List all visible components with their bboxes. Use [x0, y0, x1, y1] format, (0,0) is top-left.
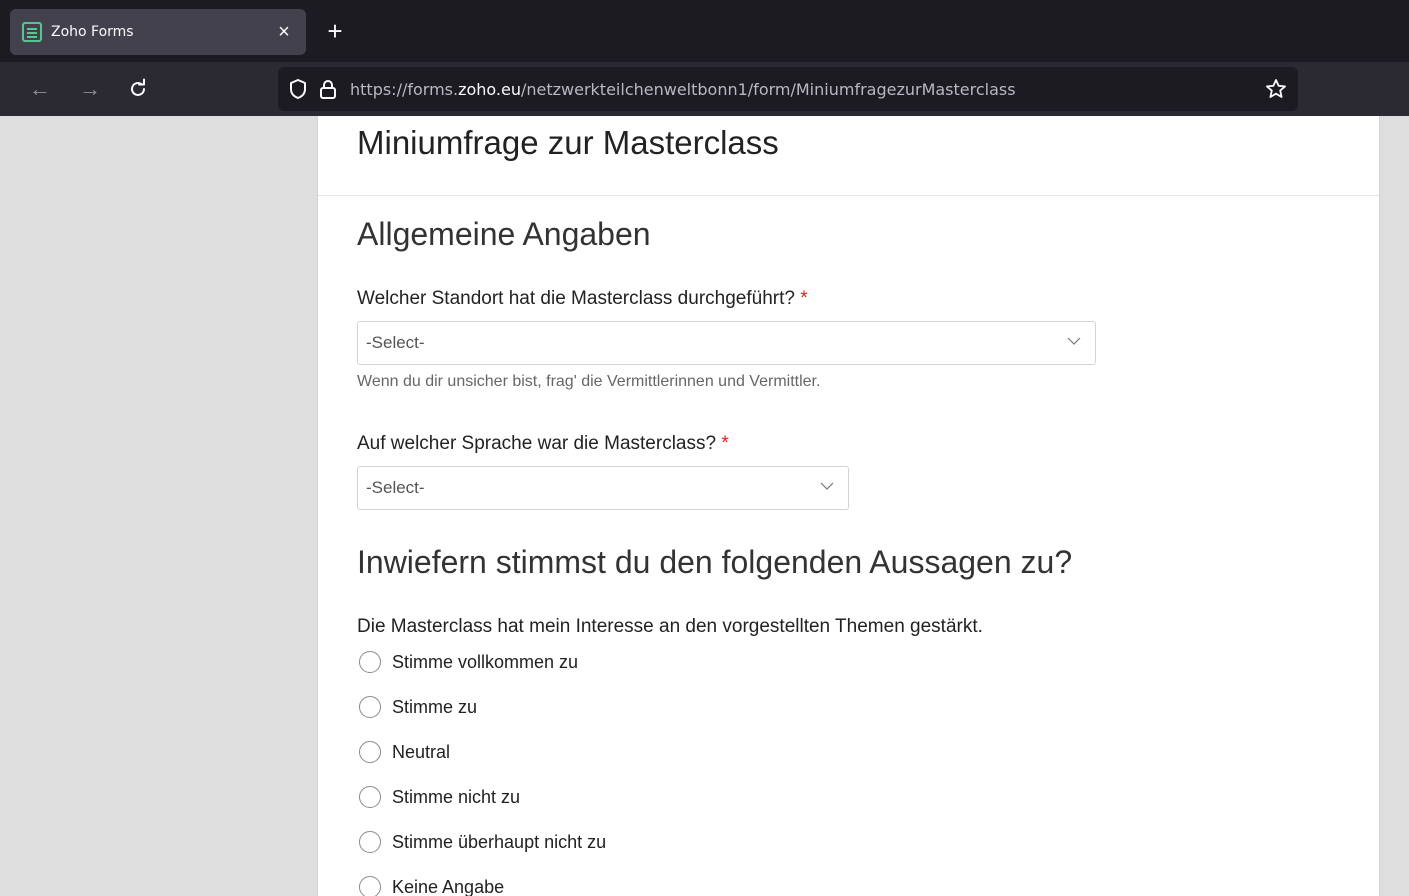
radio-label: Stimme zu [392, 696, 478, 717]
new-tab-button[interactable]: + [322, 17, 348, 45]
radio-label: Neutral [392, 741, 451, 762]
required-star: * [800, 288, 808, 309]
form-header: Miniumfrage zur Masterclass [318, 116, 1379, 196]
radio-option[interactable]: Stimme zu [359, 696, 477, 718]
section-title-statements: Inwiefern stimmst du den folgenden Aussa… [357, 544, 1073, 580]
tab-title: Zoho Forms [51, 24, 134, 40]
radio-label: Keine Angabe [392, 876, 505, 896]
radio-option[interactable]: Stimme vollkommen zu [359, 651, 578, 673]
radio-button[interactable] [359, 786, 381, 808]
zoho-forms-icon [22, 22, 42, 42]
radio-button[interactable] [359, 831, 381, 853]
radio-option[interactable]: Stimme nicht zu [359, 786, 520, 808]
section-title-general: Allgemeine Angaben [357, 216, 651, 252]
back-arrow-icon[interactable]: ← [26, 75, 54, 103]
chevron-down-icon [1067, 337, 1081, 345]
language-select-value: -Select- [366, 478, 425, 497]
form-title: Miniumfrage zur Masterclass [357, 124, 779, 161]
radio-button[interactable] [359, 741, 381, 763]
close-tab-icon[interactable]: × [274, 21, 294, 44]
question-interest-label: Die Masterclass hat mein Interesse an de… [357, 616, 983, 637]
reload-icon[interactable] [124, 75, 152, 107]
browser-tab[interactable]: Zoho Forms × [10, 9, 306, 55]
lock-icon[interactable] [318, 78, 338, 100]
radio-label: Stimme nicht zu [392, 786, 521, 807]
form-card: Miniumfrage zur Masterclass Allgemeine A… [317, 116, 1380, 896]
radio-label: Stimme vollkommen zu [392, 651, 579, 672]
location-select[interactable]: -Select- [357, 321, 1096, 365]
bookmark-star-icon[interactable] [1264, 77, 1288, 101]
radio-label: Stimme überhaupt nicht zu [392, 831, 607, 852]
location-select-value: -Select- [366, 333, 425, 352]
radio-option[interactable]: Keine Angabe [359, 876, 504, 896]
question-language-label: Auf welcher Sprache war die Masterclass?… [357, 433, 729, 454]
radio-button[interactable] [359, 651, 381, 673]
browser-tab-bar: Zoho Forms × + [0, 0, 1409, 62]
question-location-label: Welcher Standort hat die Masterclass dur… [357, 288, 808, 309]
url-text[interactable]: https://forms.zoho.eu/netzwerkteilchenwe… [350, 80, 1016, 99]
radio-button[interactable] [359, 696, 381, 718]
radio-option[interactable]: Neutral [359, 741, 450, 763]
location-hint: Wenn du dir unsicher bist, frag' die Ver… [357, 373, 821, 390]
chevron-down-icon [820, 482, 834, 490]
radio-button[interactable] [359, 876, 381, 896]
language-select[interactable]: -Select- [357, 466, 849, 510]
forward-arrow-icon[interactable]: → [76, 75, 104, 103]
required-star: * [721, 433, 729, 454]
url-bar[interactable]: https://forms.zoho.eu/netzwerkteilchenwe… [278, 67, 1298, 111]
browser-nav-bar: ← → https://forms.zoho.eu/netzwerkteilch… [0, 62, 1409, 116]
shield-icon[interactable] [288, 78, 308, 100]
radio-option[interactable]: Stimme überhaupt nicht zu [359, 831, 606, 853]
